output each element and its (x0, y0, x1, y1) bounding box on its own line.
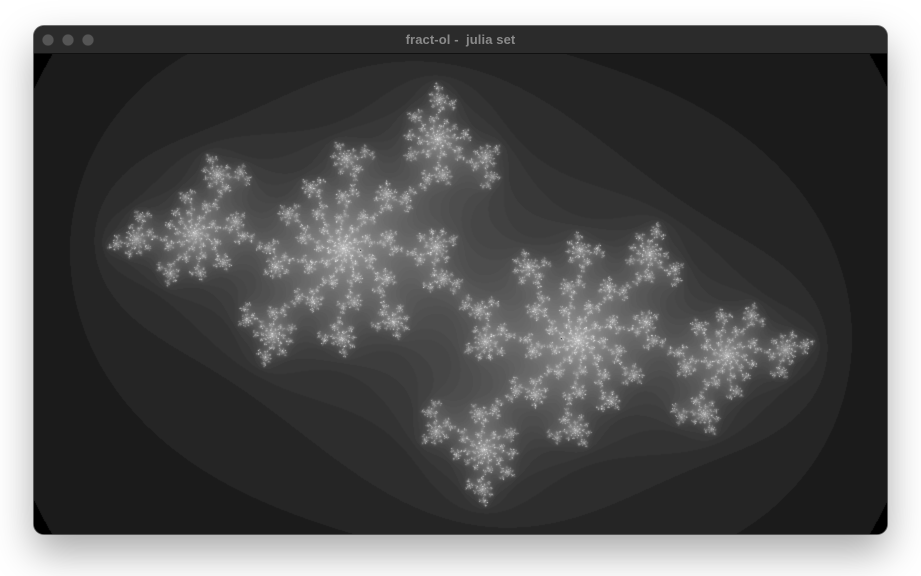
julia-set-canvas[interactable] (34, 54, 887, 534)
window-title: fract-ol - julia set (405, 32, 516, 47)
fractal-viewport[interactable] (34, 54, 887, 534)
title-bar[interactable]: fract-ol - julia set (34, 26, 887, 54)
app-window: fract-ol - julia set (34, 26, 887, 534)
